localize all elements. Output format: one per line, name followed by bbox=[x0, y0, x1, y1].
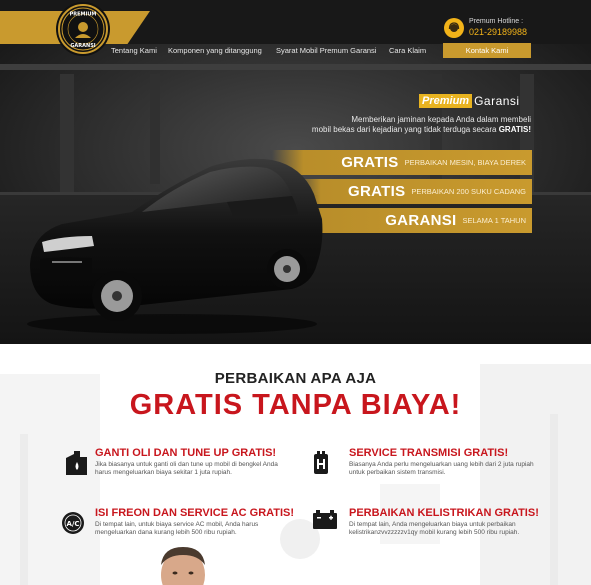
feature-4-title: PERBAIKAN KELISTRIKAN GRATIS! bbox=[349, 507, 539, 519]
bar-3-big: GARANSI bbox=[385, 212, 457, 229]
nav-tentang-kami[interactable]: Tentang Kami bbox=[111, 46, 157, 55]
svg-text:A/C: A/C bbox=[66, 520, 79, 528]
bar-2-big: GRATIS bbox=[348, 183, 406, 200]
bar-2-small: PERBAIKAN 200 SUKU CADANG bbox=[411, 187, 526, 196]
kontak-kami-button[interactable]: Kontak Kami bbox=[443, 43, 531, 58]
person-image bbox=[161, 547, 205, 585]
brand-title: Premium Garansi bbox=[419, 94, 520, 108]
bar-1-big: GRATIS bbox=[341, 154, 399, 171]
nav-cara-klaim[interactable]: Cara Klaim bbox=[389, 46, 426, 55]
feature-3-title: ISI FREON DAN SERVICE AC GRATIS! bbox=[95, 507, 295, 519]
hotline-number[interactable]: 021-29189988 bbox=[469, 27, 527, 37]
car-battery-icon bbox=[313, 510, 337, 529]
feature-2-title: SERVICE TRANSMISI GRATIS! bbox=[349, 447, 509, 459]
svg-text:GARANSI: GARANSI bbox=[70, 43, 95, 49]
ac-freon-icon: A/C bbox=[62, 512, 84, 534]
feature-2-desc: Biasanya Anda perlu mengeluarkan uang le… bbox=[349, 461, 534, 476]
bar-1-small: PERBAIKAN MESIN, BIAYA DEREK bbox=[404, 158, 526, 167]
oil-can-icon bbox=[66, 451, 87, 475]
tagline-line2: mobil bekas dari kejadian yang tidak ter… bbox=[311, 125, 497, 134]
transmission-icon bbox=[314, 451, 328, 474]
section-headline: GRATIS TANPA BIAYA! bbox=[129, 389, 462, 421]
car-image bbox=[27, 158, 323, 334]
hero-bar-3: GARANSI SELAMA 1 TAHUN bbox=[292, 208, 532, 233]
feature-4-desc: Di tempat lain, Anda mengeluarkan biaya … bbox=[349, 521, 520, 536]
svg-text:PREMIUM: PREMIUM bbox=[70, 12, 97, 18]
nav-komponen[interactable]: Komponen yang ditanggung bbox=[168, 46, 262, 55]
brand-premium: Premium bbox=[419, 94, 473, 108]
logo-emblem: PREMIUM GARANSI bbox=[61, 7, 105, 51]
tagline-line1: Memberikan jaminan kepada Anda dalam mem… bbox=[351, 115, 531, 124]
hero-section: Premium Garansi Memberikan jaminan kepad… bbox=[0, 44, 591, 344]
brand-garansi: Garansi bbox=[474, 94, 520, 108]
feature-1-title: GANTI OLI DAN TUNE UP GRATIS! bbox=[95, 447, 277, 459]
nav-syarat-mobil[interactable]: Syarat Mobil Premum Garansi bbox=[276, 46, 376, 55]
feature-1-desc: Jika biasanya untuk ganti oli dan tune u… bbox=[95, 461, 278, 476]
feature-3-desc: Di tempat lain, untuk biaya service AC m… bbox=[95, 521, 259, 536]
section-title: PERBAIKAN APA AJA bbox=[214, 370, 377, 387]
headset-icon bbox=[444, 18, 464, 38]
logo[interactable]: PREMIUM GARANSI bbox=[58, 4, 108, 54]
hotline-label: Premum Hotline : bbox=[469, 18, 524, 25]
bar-3-small: SELAMA 1 TAHUN bbox=[462, 216, 527, 225]
tagline-bold: GRATIS! bbox=[498, 125, 531, 134]
hero-bar-2: GRATIS PERBAIKAN 200 SUKU CADANG bbox=[292, 179, 532, 204]
page: Premium Garansi Memberikan jaminan kepad… bbox=[0, 0, 591, 585]
